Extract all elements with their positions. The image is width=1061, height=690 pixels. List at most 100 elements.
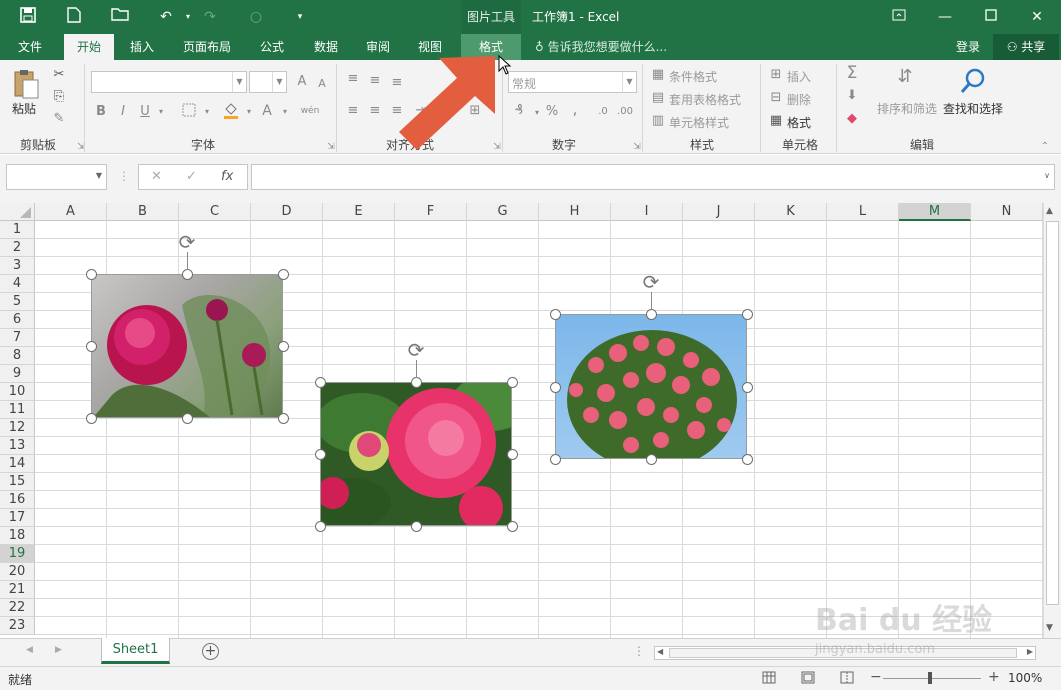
row-header-18[interactable]: 18 <box>0 527 35 545</box>
next-sheet-icon[interactable]: ▶ <box>55 645 62 655</box>
resize-handle[interactable] <box>86 413 97 424</box>
rotate-handle-icon[interactable]: ⟳ <box>404 338 428 362</box>
format-cells-icon[interactable]: ▦ <box>767 112 785 130</box>
row-header-11[interactable]: 11 <box>0 401 35 419</box>
rotate-handle-icon[interactable]: ⟳ <box>175 230 199 254</box>
row-header-20[interactable]: 20 <box>0 563 35 581</box>
select-all-corner[interactable] <box>0 203 35 221</box>
rotate-handle-icon[interactable]: ⟳ <box>639 270 663 294</box>
resize-handle[interactable] <box>646 309 657 320</box>
collapse-ribbon-icon[interactable]: ⌃ <box>1036 138 1054 156</box>
align-middle-icon[interactable]: ≡ <box>366 72 384 90</box>
picture-peony[interactable] <box>91 274 283 418</box>
row-header-22[interactable]: 22 <box>0 599 35 617</box>
row-header-9[interactable]: 9 <box>0 365 35 383</box>
comma-icon[interactable]: , <box>566 100 584 118</box>
copy-icon[interactable]: ⎘ <box>50 88 68 106</box>
align-top-icon[interactable]: ≡ <box>344 70 362 88</box>
resize-handle[interactable] <box>507 449 518 460</box>
zoom-slider-thumb[interactable] <box>928 672 932 684</box>
row-header-14[interactable]: 14 <box>0 455 35 473</box>
cut-icon[interactable]: ✂ <box>50 66 68 84</box>
row-header-10[interactable]: 10 <box>0 383 35 401</box>
row-header-5[interactable]: 5 <box>0 293 35 311</box>
tab-insert[interactable]: 插入 <box>118 34 166 60</box>
sort-filter-button[interactable]: 排序和筛选 <box>877 100 937 117</box>
row-header-19[interactable]: 19 <box>0 545 35 563</box>
tab-home[interactable]: 开始 <box>64 34 114 60</box>
column-header-e[interactable]: E <box>323 203 395 221</box>
column-header-i[interactable]: I <box>611 203 683 221</box>
resize-handle[interactable] <box>315 449 326 460</box>
italic-icon[interactable]: I <box>114 103 132 121</box>
font-color-dropdown-icon[interactable]: ▾ <box>276 103 294 121</box>
find-select-icon[interactable] <box>958 66 990 98</box>
scroll-right-icon[interactable]: ▶ <box>1027 647 1033 656</box>
underline-dropdown-icon[interactable]: ▾ <box>152 103 170 121</box>
phonetic-icon[interactable]: wén <box>299 102 321 120</box>
delete-cells-button[interactable]: 删除 <box>787 91 811 108</box>
name-box[interactable]: ▼ <box>6 164 107 190</box>
row-header-21[interactable]: 21 <box>0 581 35 599</box>
number-launcher-icon[interactable]: ⇲ <box>628 138 646 156</box>
decrease-decimal-icon[interactable]: .00 <box>616 103 634 121</box>
row-header-15[interactable]: 15 <box>0 473 35 491</box>
column-header-j[interactable]: J <box>683 203 755 221</box>
column-header-n[interactable]: N <box>971 203 1043 221</box>
resize-handle[interactable] <box>550 309 561 320</box>
row-header-4[interactable]: 4 <box>0 275 35 293</box>
fill-color-icon[interactable] <box>222 100 240 119</box>
vertical-scroll-thumb[interactable] <box>1046 221 1059 605</box>
font-launcher-icon[interactable]: ⇲ <box>322 138 340 156</box>
column-header-b[interactable]: B <box>107 203 179 221</box>
row-header-12[interactable]: 12 <box>0 419 35 437</box>
undo-icon[interactable]: ↶ <box>156 7 176 27</box>
column-header-a[interactable]: A <box>35 203 107 221</box>
column-header-h[interactable]: H <box>539 203 611 221</box>
scroll-down-icon[interactable]: ▼ <box>1046 623 1053 633</box>
row-header-6[interactable]: 6 <box>0 311 35 329</box>
column-header-m[interactable]: M <box>899 203 971 221</box>
column-header-k[interactable]: K <box>755 203 827 221</box>
customize-toolbar-icon[interactable]: ▾ <box>290 7 310 27</box>
resize-handle[interactable] <box>742 381 753 393</box>
format-cells-button[interactable]: 格式 <box>787 114 811 131</box>
column-header-l[interactable]: L <box>827 203 899 221</box>
resize-handle[interactable] <box>278 269 289 280</box>
page-break-view-icon[interactable] <box>840 671 854 687</box>
login-link[interactable]: 登录 <box>956 34 980 60</box>
align-left-icon[interactable]: ≡ <box>344 102 362 120</box>
maximize-icon[interactable] <box>968 0 1014 34</box>
column-header-g[interactable]: G <box>467 203 539 221</box>
delete-cells-icon[interactable]: ⊟ <box>767 89 785 107</box>
open-folder-icon[interactable] <box>110 7 130 27</box>
new-file-icon[interactable] <box>64 7 84 27</box>
format-painter-icon[interactable]: ✎ <box>50 110 68 128</box>
shrink-font-icon[interactable]: A <box>313 75 331 93</box>
close-icon[interactable]: ✕ <box>1014 0 1060 34</box>
resize-handle[interactable] <box>182 413 193 424</box>
column-header-f[interactable]: F <box>395 203 467 221</box>
resize-handle[interactable] <box>646 454 657 465</box>
confirm-formula-icon[interactable]: ✓ <box>186 169 197 184</box>
fill-dropdown-icon[interactable]: ▾ <box>240 103 258 121</box>
resize-handle[interactable] <box>550 454 561 465</box>
minimize-icon[interactable]: — <box>922 0 968 34</box>
resize-handle[interactable] <box>742 454 753 465</box>
worksheet-grid[interactable]: ABCDEFGHIJKLMN 1 2 3 4 5 6 7 8 9 10 11 12 13 14 15 16 17… <box>0 203 1043 638</box>
add-sheet-button[interactable]: + <box>202 643 219 660</box>
font-name-combo[interactable]: ▼ <box>91 71 247 93</box>
zoom-in-icon[interactable]: + <box>988 669 1000 685</box>
increase-decimal-icon[interactable]: .0 <box>594 103 612 121</box>
resize-handle[interactable] <box>315 521 326 532</box>
cell-style-icon[interactable]: ▥ <box>649 112 667 130</box>
cell-style-button[interactable]: 单元格样式 <box>669 114 729 131</box>
zoom-out-icon[interactable]: − <box>870 669 882 685</box>
border-icon[interactable] <box>180 103 198 121</box>
column-header-c[interactable]: C <box>179 203 251 221</box>
resize-handle[interactable] <box>278 413 289 424</box>
find-select-button[interactable]: 查找和选择 <box>943 100 1003 117</box>
tell-me-search[interactable]: ♁ 告诉我您想要做什么... <box>535 34 667 60</box>
conditional-format-icon[interactable]: ▦ <box>649 66 667 84</box>
row-header-16[interactable]: 16 <box>0 491 35 509</box>
